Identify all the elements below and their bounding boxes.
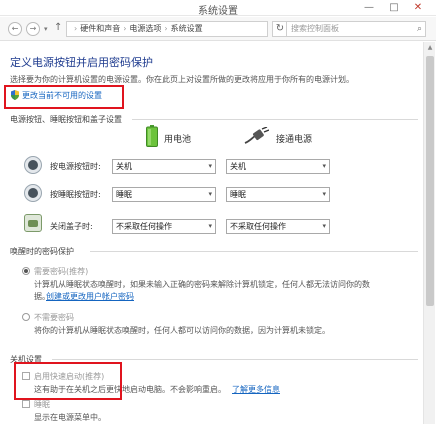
vertical-scrollbar[interactable]: ▲ <box>423 42 435 424</box>
power-icon <box>24 156 42 174</box>
search-icon[interactable]: ⌕ <box>417 22 422 36</box>
sleep-icon <box>24 184 42 202</box>
breadcrumb-system-settings[interactable]: 系统设置 <box>171 24 203 33</box>
section-divider <box>132 119 418 120</box>
select-value: 不采取任何操作 <box>230 222 286 231</box>
require-password-desc-line1: 计算机从睡眠状态唤醒时，如果未输入正确的密码来解除计算机锁定，任何人都无法访问你… <box>34 280 370 289</box>
select-value: 睡眠 <box>230 190 246 199</box>
no-password-radio[interactable] <box>22 313 30 321</box>
section-divider <box>90 251 418 252</box>
search-placeholder: 搜索控制面板 <box>291 24 339 33</box>
sleep-button-label: 按睡眠按钮时: <box>50 190 101 199</box>
address-bar[interactable]: › 硬件和声音 › 电源选项 › 系统设置 <box>66 21 268 37</box>
highlight-box <box>4 85 124 109</box>
breadcrumb-power-options[interactable]: 电源选项 <box>129 24 161 33</box>
no-password-desc: 将你的计算机从睡眠状态唤醒时，任何人都可以访问你的数据，因为计算机未锁定。 <box>34 326 330 335</box>
sleep-button-plugged-select[interactable]: 睡眠 ▾ <box>226 187 330 202</box>
breadcrumb-hardware-sound[interactable]: 硬件和声音 <box>80 24 120 33</box>
up-button[interactable]: ↑ <box>54 22 62 33</box>
section-title-power-buttons: 电源按钮、睡眠按钮和盖子设置 <box>10 115 122 124</box>
section-title-wake-password: 唤醒时的密码保护 <box>10 247 74 256</box>
chevron-down-icon: ▾ <box>208 162 212 170</box>
select-value: 关机 <box>230 162 246 171</box>
section-divider <box>52 359 418 360</box>
require-password-desc-line2: 据。 <box>34 292 50 301</box>
navigation-bar: ← → ▾ ↑ › 硬件和声音 › 电源选项 › 系统设置 ↻ 搜索控制面板 ⌕ <box>0 17 436 41</box>
power-button-plugged-select[interactable]: 关机 ▾ <box>226 159 330 174</box>
lid-icon <box>24 214 42 232</box>
search-input[interactable]: 搜索控制面板 ⌕ <box>286 21 426 37</box>
close-lid-label: 关闭盖子时: <box>50 222 93 231</box>
sleep-button-battery-select[interactable]: 睡眠 ▾ <box>112 187 216 202</box>
scroll-up-icon[interactable]: ▲ <box>424 42 436 54</box>
chevron-down-icon: ▾ <box>322 190 326 198</box>
select-value: 不采取任何操作 <box>116 222 172 231</box>
forward-button[interactable]: → <box>26 22 40 36</box>
back-button[interactable]: ← <box>8 22 22 36</box>
chevron-down-icon: ▾ <box>208 222 212 230</box>
chevron-down-icon: ▾ <box>322 222 326 230</box>
create-change-password-link[interactable]: 创建或更改用户帐户密码 <box>46 291 134 302</box>
scrollbar-thumb[interactable] <box>426 56 434 306</box>
breadcrumb-separator: › <box>74 24 78 33</box>
power-button-battery-select[interactable]: 关机 ▾ <box>112 159 216 174</box>
highlight-box <box>14 362 122 400</box>
sleep-checkbox[interactable] <box>22 400 30 408</box>
column-header-battery: 用电池 <box>164 135 192 145</box>
learn-more-link[interactable]: 了解更多信息 <box>232 384 280 395</box>
maximize-button[interactable]: □ <box>383 0 405 16</box>
require-password-label: 需要密码(推荐) <box>34 267 89 276</box>
chevron-down-icon: ▾ <box>322 162 326 170</box>
require-password-radio[interactable] <box>22 267 30 275</box>
close-lid-plugged-select[interactable]: 不采取任何操作 ▾ <box>226 219 330 234</box>
breadcrumb-separator: › <box>164 24 168 33</box>
close-button[interactable]: ✕ <box>407 0 429 16</box>
page-title: 定义电源按钮并启用密码保护 <box>10 56 153 69</box>
battery-icon <box>146 125 158 147</box>
column-header-plugged-in: 接通电源 <box>276 135 313 145</box>
recent-locations-icon[interactable]: ▾ <box>44 25 48 33</box>
select-value: 睡眠 <box>116 190 132 199</box>
sleep-label: 睡眠 <box>34 400 50 409</box>
plug-icon <box>244 127 269 144</box>
no-password-label: 不需要密码 <box>34 313 74 322</box>
select-value: 关机 <box>116 162 132 171</box>
page-description: 选择要为你的计算机设置的电源设置。你在此页上对设置所做的更改将应用于你所有的电源… <box>10 75 354 84</box>
minimize-button[interactable]: — <box>358 0 380 16</box>
power-button-label: 按电源按钮时: <box>50 162 101 171</box>
sleep-desc: 显示在电源菜单中。 <box>34 413 106 422</box>
chevron-down-icon: ▾ <box>208 190 212 198</box>
title-bar: 系统设置 — □ ✕ <box>0 0 436 17</box>
close-lid-battery-select[interactable]: 不采取任何操作 ▾ <box>112 219 216 234</box>
